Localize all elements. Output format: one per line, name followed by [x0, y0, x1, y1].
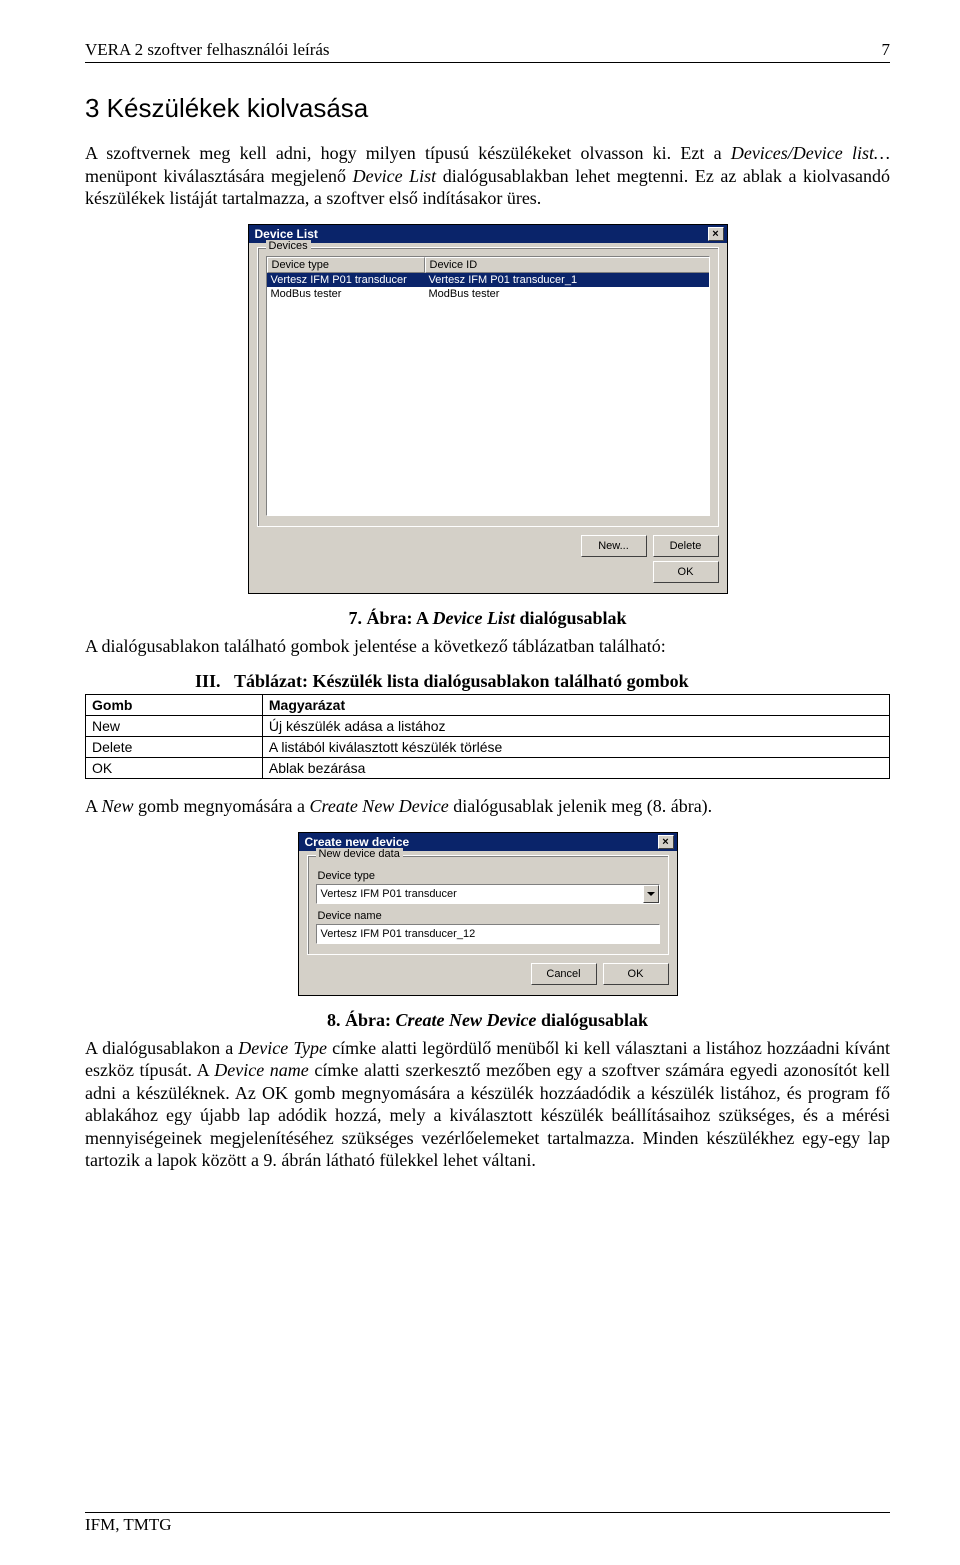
device-name-label: Device name: [318, 910, 660, 922]
buttons-table: Gomb Magyarázat New Új készülék adása a …: [85, 694, 890, 779]
section-heading: 3 Készülékek kiolvasása: [85, 93, 890, 124]
new-device-groupbox: New device data Device type Vertesz IFM …: [307, 855, 669, 955]
list-item[interactable]: Vertesz IFM P01 transducer Vertesz IFM P…: [267, 273, 709, 287]
paragraph-4: A dialógusablakon a Device Type címke al…: [85, 1037, 890, 1172]
close-icon[interactable]: ×: [658, 835, 674, 849]
paragraph-2: A dialógusablakon található gombok jelen…: [85, 635, 890, 658]
footer-text: IFM, TMTG: [85, 1512, 890, 1535]
listview-headers: Device type Device ID: [267, 257, 709, 273]
header-page-number: 7: [882, 40, 891, 60]
table-row: OK Ablak bezárása: [86, 758, 890, 779]
header-title: VERA 2 szoftver felhasználói leírás: [85, 40, 330, 60]
devices-groupbox: Devices Device type Device ID Vertesz IF…: [257, 247, 719, 527]
paragraph-1: A szoftvernek meg kell adni, hogy milyen…: [85, 142, 890, 210]
device-listview[interactable]: Device type Device ID Vertesz IFM P01 tr…: [266, 256, 710, 516]
dialog-title-text: Create new device: [305, 835, 410, 849]
ok-button[interactable]: OK: [653, 561, 719, 583]
cancel-button[interactable]: Cancel: [531, 963, 597, 985]
figure-caption-8: 8. Ábra: Create New Device dialógusablak: [85, 1010, 890, 1031]
delete-button[interactable]: Delete: [653, 535, 719, 557]
col-header-device-id[interactable]: Device ID: [425, 257, 710, 273]
table-header-gomb: Gomb: [86, 695, 263, 716]
table-row: Delete A listából kiválasztott készülék …: [86, 737, 890, 758]
close-icon[interactable]: ×: [708, 227, 724, 241]
dialog-title-text: Device List: [255, 227, 318, 241]
device-type-combobox[interactable]: Vertesz IFM P01 transducer: [316, 884, 660, 904]
paragraph-3: A New gomb megnyomására a Create New Dev…: [85, 795, 890, 818]
dialog-titlebar[interactable]: Device List ×: [249, 225, 727, 243]
device-type-label: Device type: [318, 870, 660, 882]
figure-caption-7: 7. Ábra: A Device List dialógusablak: [85, 608, 890, 629]
table-row: New Új készülék adása a listához: [86, 716, 890, 737]
table-header-magyarazat: Magyarázat: [262, 695, 889, 716]
device-name-field[interactable]: Vertesz IFM P01 transducer_12: [316, 924, 660, 944]
create-new-device-dialog: Create new device × New device data Devi…: [298, 832, 678, 996]
chevron-down-icon[interactable]: [643, 885, 659, 903]
groupbox-label: New device data: [316, 848, 403, 860]
groupbox-label: Devices: [266, 240, 311, 252]
table-title: III. Táblázat: Készülék lista dialógusab…: [195, 671, 890, 692]
device-type-value: Vertesz IFM P01 transducer: [317, 888, 643, 900]
device-list-dialog: Device List × Devices Device type Device…: [248, 224, 728, 594]
page-footer: IFM, TMTG: [85, 1512, 890, 1535]
page-header: VERA 2 szoftver felhasználói leírás 7: [85, 40, 890, 63]
ok-button[interactable]: OK: [603, 963, 669, 985]
list-item[interactable]: ModBus tester ModBus tester: [267, 287, 709, 301]
col-header-device-type[interactable]: Device type: [267, 257, 425, 273]
new-button[interactable]: New...: [581, 535, 647, 557]
device-name-value: Vertesz IFM P01 transducer_12: [317, 928, 659, 940]
